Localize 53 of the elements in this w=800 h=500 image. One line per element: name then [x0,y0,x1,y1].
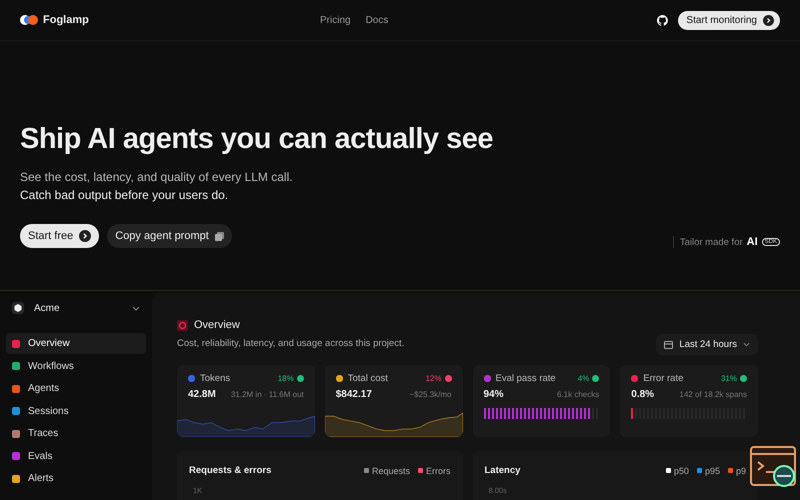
metric-value: 94% [484,389,505,400]
legend-item: p9 [728,466,746,476]
sidebar-item[interactable]: Sessions [6,400,146,422]
metric-value: 42.8M [188,389,217,400]
metric-label: Eval pass rate [496,373,557,384]
tailor-text: Tailor made for [680,236,743,248]
sidebar-item[interactable]: Overview [6,333,146,354]
overview-title: Overview [194,319,240,331]
legend-item: p50 [666,466,689,476]
metric-detail: 6.1k checks [557,390,600,399]
metric-label: Total cost [348,373,389,384]
legend-item: Errors [418,466,450,476]
metric-detail: 31.2M in · 11.6M out [230,390,304,399]
metric-label: Error rate [643,373,684,384]
change-badge: 18% [278,374,304,383]
copy-icon [214,232,224,240]
ai-mark: AI [746,236,758,248]
metric-detail: 142 of 18.2k spans [679,390,747,399]
brand-name: Foglamp [43,14,89,26]
metric-value: 0.8% [631,389,656,400]
copy-prompt-button[interactable]: Copy agent prompt [107,224,232,248]
start-monitoring-button[interactable]: Start monitoring [678,10,780,30]
metric-label: Tokens [200,373,232,384]
change-badge: 31% [720,374,747,383]
logo-icon [20,15,38,25]
calendar-icon [664,340,674,349]
hero-title: Ship AI agents you can actually see [20,123,494,156]
hero-text: See the cost, latency, and quality of every LLM call. [20,169,294,186]
hero-text: Catch bad output before your users do. [20,187,230,204]
sidebar-item[interactable]: Alerts [6,468,146,489]
nav-link[interactable]: Pricing [320,14,351,26]
overview-icon [177,320,188,330]
start-free-button[interactable]: Start free [20,224,100,248]
metric-value: $842.17 [336,389,373,400]
date-range-dropdown[interactable]: Last 24 hours [656,334,758,355]
legend-item: p95 [696,466,720,476]
sidebar-item[interactable]: Workflows [6,356,146,376]
chart-title: Requests & errors [189,465,272,476]
legend-item: Requests [364,466,410,476]
sidebar-item[interactable]: Evals [6,446,146,466]
metric-detail: ~$25.3k/mo [409,390,452,399]
chart-title: Latency [484,465,522,476]
overview-subtitle: Cost, reliability, latency, and usage across this project. [177,338,404,349]
change-badge: 4% [578,374,600,383]
sidebar-item[interactable]: Agents [6,378,146,399]
nav-link[interactable]: Docs [366,14,388,26]
workspace-name: Acme [34,302,61,314]
github-icon[interactable] [657,14,668,26]
change-badge: 12% [425,374,452,383]
workspace-icon [12,302,24,314]
chevron-icon[interactable] [132,306,140,310]
sidebar-item[interactable]: Traces [6,423,146,444]
chevron-icon [743,342,750,347]
